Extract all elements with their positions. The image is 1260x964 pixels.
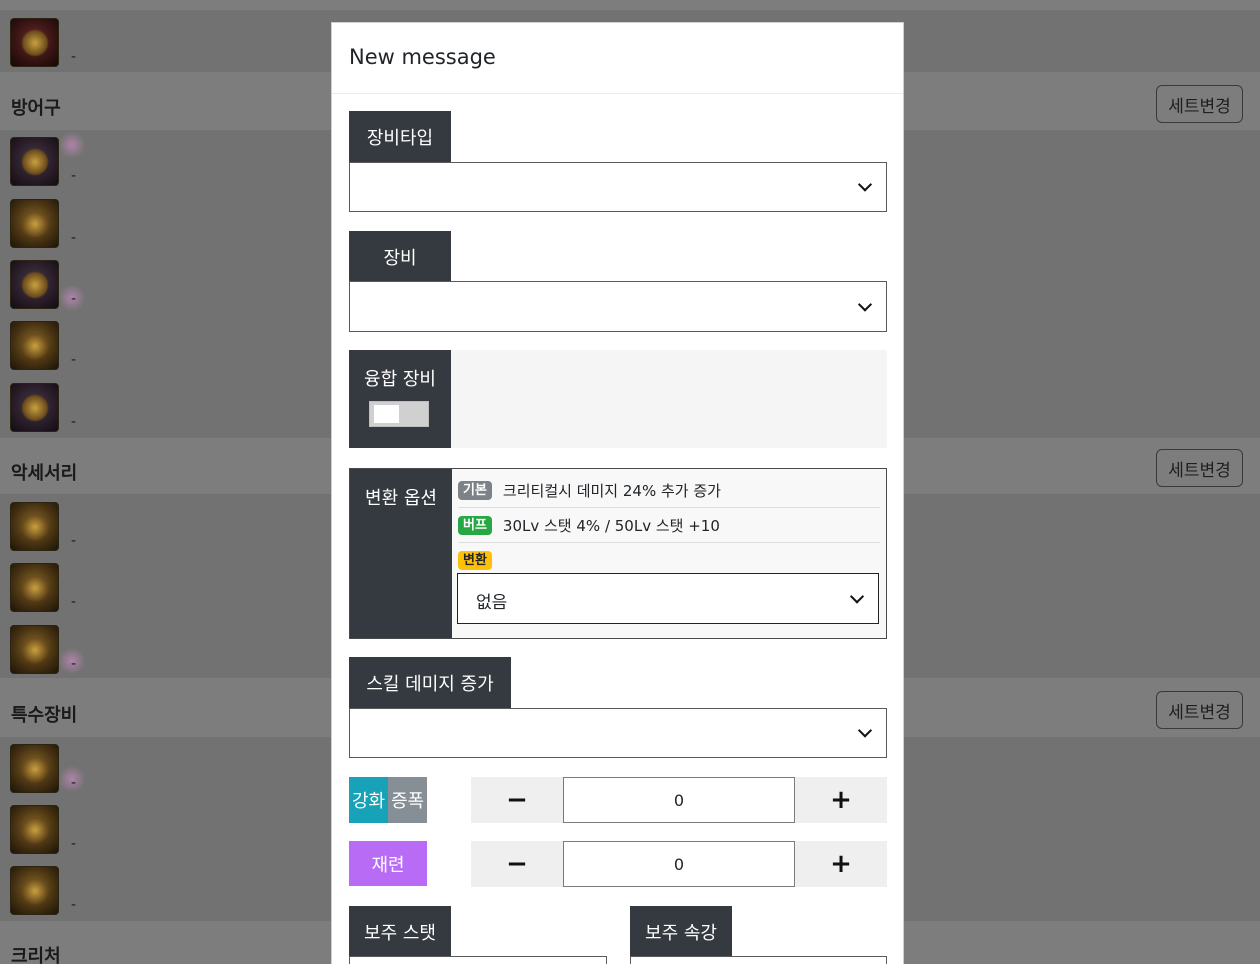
skill-damage-label: 스킬 데미지 증가: [349, 657, 511, 708]
new-message-modal: New message 장비타입 장비 융합 장비 변환 옵션 기본 크리티컬시…: [331, 22, 904, 964]
reinforce-plus-button[interactable]: +: [795, 777, 887, 823]
armor-set-change-button[interactable]: 세트변경: [1156, 85, 1243, 123]
badge-buff: 버프: [458, 515, 492, 535]
section-title-creature: 크리처: [11, 946, 61, 964]
reinforce-stepper: − 0 +: [471, 777, 887, 823]
section-title-accessory: 악세서리: [11, 463, 78, 484]
fusion-equip-label-text: 융합 장비: [364, 369, 436, 390]
item-dash: -: [71, 230, 77, 246]
chevron-down-icon: [857, 723, 873, 738]
skill-damage-select[interactable]: [349, 708, 887, 758]
chevron-down-icon: [849, 588, 865, 604]
item-dash: -: [71, 352, 77, 368]
toggle-knob: [374, 405, 399, 423]
special-item-icon[interactable]: [10, 805, 59, 854]
special-item-icon[interactable]: [10, 744, 59, 793]
item-dash: -: [71, 897, 77, 913]
item-dash: -: [71, 836, 77, 852]
armor-item-icon[interactable]: [10, 199, 59, 248]
amplify-tab[interactable]: 증폭: [388, 777, 427, 823]
armor-item-icon[interactable]: [10, 260, 59, 309]
option-basic-text: 크리티컬시 데미지 24% 추가 증가: [502, 481, 721, 500]
conversion-options-box: 변환 옵션 기본 크리티컬시 데미지 24% 추가 증가 버프 30Lv 스탯 …: [349, 468, 887, 639]
convert-option-value: 없음: [476, 593, 508, 613]
item-dash: -: [71, 775, 77, 791]
fusion-toggle[interactable]: [369, 401, 429, 427]
item-dash: -: [71, 594, 77, 610]
refine-stepper: − 0 +: [471, 841, 887, 887]
badge-convert: 변환: [458, 551, 492, 570]
armor-item-icon[interactable]: [10, 137, 59, 186]
refine-minus-button[interactable]: −: [471, 841, 563, 887]
sub-stat-select[interactable]: [349, 956, 607, 964]
option-row-buff: 버프 30Lv 스탯 4% / 50Lv 스탯 +10: [458, 508, 880, 543]
accessory-item-icon[interactable]: [10, 563, 59, 612]
conversion-options-panel: 기본 크리티컬시 데미지 24% 추가 증가 버프 30Lv 스탯 4% / 5…: [452, 469, 886, 638]
accessory-set-change-button[interactable]: 세트변경: [1156, 449, 1243, 487]
item-dash: -: [71, 49, 77, 65]
chevron-down-icon: [857, 296, 873, 312]
option-row-basic: 기본 크리티컬시 데미지 24% 추가 증가: [458, 473, 880, 508]
fusion-equip-label: 융합 장비: [349, 350, 451, 448]
modal-title: New message: [349, 45, 496, 69]
item-dash: -: [71, 291, 77, 307]
section-title-special: 특수장비: [11, 705, 78, 726]
fusion-equip-panel: [451, 350, 887, 448]
armor-item-icon[interactable]: [10, 321, 59, 370]
item-dash: -: [71, 414, 77, 430]
special-item-icon[interactable]: [10, 866, 59, 915]
accessory-item-icon[interactable]: [10, 502, 59, 551]
sub-stat-label: 보주 스탯: [349, 906, 451, 957]
sub-element-label: 보주 속강: [630, 906, 732, 957]
conversion-options-label: 변환 옵션: [350, 469, 452, 638]
modal-header: New message: [332, 23, 903, 94]
weapon-item-icon[interactable]: [10, 18, 59, 67]
equip-type-select[interactable]: [349, 162, 887, 212]
equip-type-label: 장비타입: [349, 111, 451, 162]
equip-label: 장비: [349, 231, 451, 282]
accessory-item-icon[interactable]: [10, 625, 59, 674]
item-dash: -: [71, 656, 77, 672]
badge-basic: 기본: [458, 480, 492, 500]
reinforce-minus-button[interactable]: −: [471, 777, 563, 823]
section-title-armor: 방어구: [11, 98, 61, 119]
equip-select[interactable]: [349, 281, 887, 332]
option-buff-text: 30Lv 스탯 4% / 50Lv 스탯 +10: [502, 516, 720, 535]
special-set-change-button[interactable]: 세트변경: [1156, 691, 1243, 729]
reinforce-value-input[interactable]: 0: [563, 777, 795, 823]
chevron-down-icon: [857, 177, 873, 192]
refine-plus-button[interactable]: +: [795, 841, 887, 887]
convert-option-select[interactable]: 없음: [457, 573, 879, 624]
refine-tab[interactable]: 재련: [349, 841, 427, 886]
armor-item-icon[interactable]: [10, 383, 59, 432]
sub-element-select[interactable]: [630, 956, 887, 964]
refine-value-input[interactable]: 0: [563, 841, 795, 887]
item-dash: -: [71, 533, 77, 549]
item-dash: -: [71, 168, 77, 184]
reinforce-tab[interactable]: 강화: [349, 777, 388, 823]
